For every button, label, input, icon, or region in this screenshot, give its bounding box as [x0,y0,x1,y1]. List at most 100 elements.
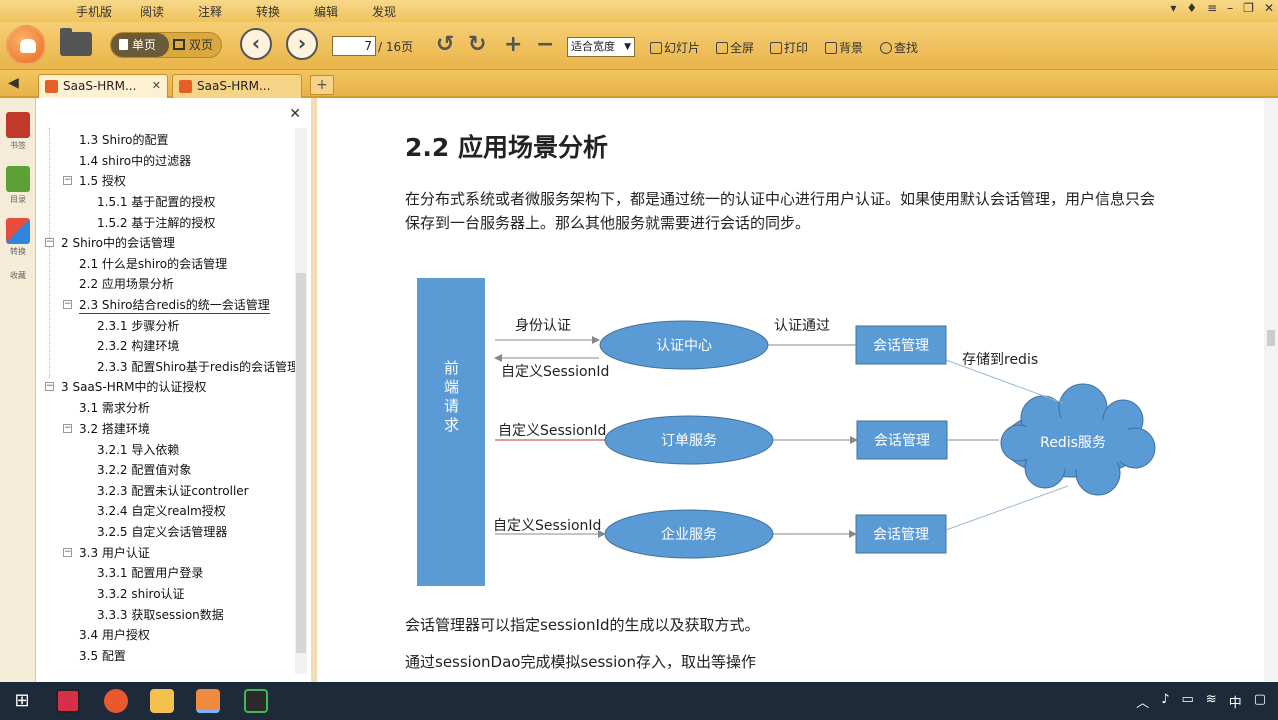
bookmark-button[interactable]: 书签 [4,112,32,151]
convert-button[interactable]: 转换 [4,218,32,257]
menu-mobile[interactable]: 手机版 [76,3,112,20]
tab-document-1[interactable]: SaaS-HRM... ✕ [38,74,168,98]
toc-item[interactable]: 3.2.4 自定义realm授权 [97,502,226,519]
toc-collapse-toggle[interactable]: − [63,548,72,557]
favorite-button[interactable]: 收藏 [4,270,32,281]
menu-icon[interactable]: ≡ [1207,1,1217,15]
session-manager-label: 会话管理 [873,527,929,543]
document-scrollbar[interactable] [1264,98,1278,682]
background-button[interactable]: 背景 [825,39,863,56]
search-icon [880,42,892,54]
toc-item[interactable]: 3.3.3 获取session数据 [97,606,224,623]
tray-expand-icon[interactable]: ︿ [1136,692,1149,711]
rotate-left-icon[interactable]: ↺ [436,32,454,57]
toc-close-icon[interactable]: ✕ [289,106,301,122]
next-page-button[interactable]: › [286,28,318,60]
slideshow-button[interactable]: 幻灯片 [650,39,700,56]
toc-item[interactable]: 1.5.1 基于配置的授权 [97,193,215,210]
windows-start-icon[interactable]: ⊞ [10,689,34,713]
store-redis-label: 存储到redis [962,352,1038,368]
tab-document-2[interactable]: SaaS-HRM... [172,74,302,98]
toc-item[interactable]: 3.2.1 导入依赖 [97,441,179,458]
toc-item[interactable]: 2.3.2 构建环境 [97,337,179,354]
toc-item[interactable]: 3.3.2 shiro认证 [97,585,185,602]
toc-item[interactable]: 3.5 配置 [79,647,126,664]
print-button[interactable]: 打印 [770,39,808,56]
terminal-icon[interactable] [244,689,268,713]
menu-convert[interactable]: 转换 [256,3,280,20]
menu-read[interactable]: 阅读 [140,3,164,20]
fullscreen-button[interactable]: 全屏 [716,39,754,56]
new-tab-button[interactable]: + [310,75,334,95]
page-number-input[interactable]: 7 [332,36,376,56]
company-service-label: 企业服务 [661,526,717,543]
toc-collapse-toggle[interactable]: − [63,300,72,309]
wifi-icon[interactable]: ≋ [1206,692,1217,711]
tab-label: SaaS-HRM... [63,79,137,93]
toc-item[interactable]: 3.2.3 配置未认证controller [97,482,249,499]
toc-item[interactable]: 2 Shiro中的会话管理 [61,234,175,251]
zoom-in-icon[interactable]: + [504,32,522,57]
toc-item[interactable]: 3.3.1 配置用户登录 [97,564,203,581]
prev-page-button[interactable]: ‹ [240,28,272,60]
skin-icon[interactable]: ♦ [1186,1,1197,15]
minimize-icon[interactable]: – [1227,1,1233,15]
taskbar: ⊞ ︿ ♪ ▭ ≋ 中 ▢ [0,682,1278,720]
toc-collapse-toggle[interactable]: − [63,424,72,433]
restore-icon[interactable]: ❐ [1243,1,1254,15]
find-button[interactable]: 查找 [880,39,918,56]
rotate-right-icon[interactable]: ↻ [468,32,486,57]
open-folder-icon[interactable] [60,28,92,56]
toc-item[interactable]: 2.3.3 配置Shiro基于redis的会话管理 [97,358,299,375]
toc-item[interactable]: 2.3.1 步骤分析 [97,317,179,334]
zoom-out-icon[interactable]: − [536,32,554,57]
toc-collapse-toggle[interactable]: − [45,238,54,247]
explorer-icon[interactable] [150,689,174,713]
toc-item[interactable]: 2.2 应用场景分析 [79,275,174,292]
toc-item[interactable]: 3.3 用户认证 [79,544,150,561]
document-scroll-thumb[interactable] [1267,330,1275,346]
toc-item[interactable]: 3.1 需求分析 [79,399,150,416]
double-page-icon [173,39,185,50]
app-logo-icon[interactable] [6,25,46,65]
intellij-icon[interactable] [56,689,80,713]
custom-session-label: 自定义SessionId [493,518,601,534]
toc-item[interactable]: 3.4 用户授权 [79,626,150,643]
menu-annotate[interactable]: 注释 [198,3,222,20]
ime-icon[interactable]: 中 [1229,692,1242,711]
volume-icon[interactable]: ♪ [1161,692,1169,711]
toc-item-selected[interactable]: 2.3 Shiro结合redis的统一会话管理 [79,296,270,314]
toc-item[interactable]: 1.3 Shiro的配置 [79,131,168,148]
sidebar-toggle-icon[interactable]: ◀ [8,75,19,91]
dropdown-icon[interactable]: ▾ [1170,1,1176,15]
toc-scrollbar[interactable] [295,128,307,674]
menu-edit[interactable]: 编辑 [314,3,338,20]
double-page-button[interactable]: 双页 [173,33,223,57]
toc-collapse-toggle[interactable]: − [45,382,54,391]
toc-item[interactable]: 3.2 搭建环境 [79,420,150,437]
pdf-reader-task-icon[interactable] [196,689,220,713]
toc-scroll-thumb[interactable] [296,273,306,653]
toc-icon [6,166,30,192]
notification-icon[interactable]: ▢ [1254,692,1266,711]
toc-collapse-toggle[interactable]: − [63,176,72,185]
order-service-label: 订单服务 [661,433,717,449]
toc-item[interactable]: 3 SaaS-HRM中的认证授权 [61,378,206,395]
toc-item[interactable]: 1.4 shiro中的过滤器 [79,152,191,169]
toc-item[interactable]: 3.2.5 自定义会话管理器 [97,523,227,540]
system-tray: ︿ ♪ ▭ ≋ 中 ▢ [1136,692,1266,711]
slideshow-icon [650,42,662,54]
firefox-icon[interactable] [104,689,128,713]
menu-discover[interactable]: 发现 [372,3,396,20]
toc-item[interactable]: 3.2.2 配置值对象 [97,461,191,478]
menu-bar: 手机版 阅读 注释 转换 编辑 发现 ▾ ♦ ≡ – ❐ ✕ [0,0,1278,22]
toc-item[interactable]: 2.1 什么是shiro的会话管理 [79,255,227,272]
toc-item[interactable]: 1.5 授权 [79,172,126,189]
zoom-select[interactable]: 适合宽度 [567,37,635,57]
toc-item[interactable]: 1.5.2 基于注解的授权 [97,214,215,231]
network-icon[interactable]: ▭ [1181,692,1193,711]
single-page-button[interactable]: 单页 [111,33,169,57]
tab-close-icon[interactable]: ✕ [152,79,161,92]
toc-button[interactable]: 目录 [4,166,32,205]
close-icon[interactable]: ✕ [1264,1,1274,15]
